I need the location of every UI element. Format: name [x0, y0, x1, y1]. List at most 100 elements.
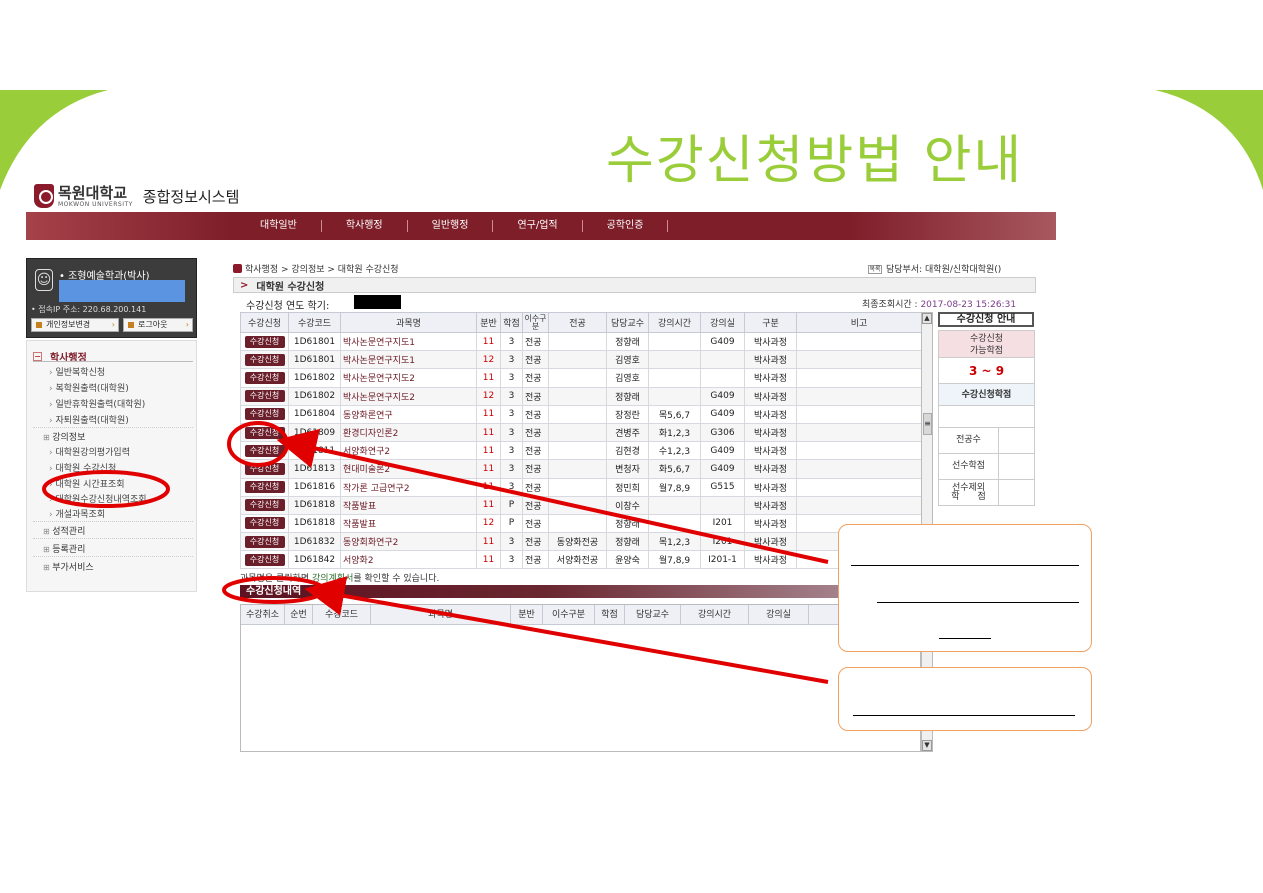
course-name[interactable]: 환경디자인론2 — [340, 422, 477, 443]
col-room: 강의실 — [700, 312, 745, 333]
user-ip: • 접속IP 주소: 220.68.200.141 — [31, 305, 147, 314]
menu-group-extra-services[interactable]: 부가서비스 — [43, 560, 93, 573]
slide-title: 수강신청방법 안내 — [606, 131, 1024, 191]
note — [796, 404, 922, 424]
allowed-credit-value: 3 ~ 9 — [938, 358, 1035, 384]
register-button[interactable]: 수강신청 — [244, 481, 285, 494]
course-row: 수강신청 1D61809 환경디자인론2 11 3 전공 견병주 화1,2,3 G306 박사과정 — [240, 422, 922, 443]
col-professor: 담당교수 — [606, 312, 649, 333]
menu-group-grades[interactable]: 성적관리 — [43, 524, 85, 537]
menu-item-timetable[interactable]: 대학원 시간표조회 — [49, 477, 124, 490]
applied-credit-value — [938, 406, 1035, 428]
course-name[interactable]: 작품발표 — [340, 495, 477, 515]
major: 서양화전공 — [548, 550, 607, 570]
menu-item-open-courses[interactable]: 개설과목조회 — [49, 507, 105, 520]
register-cell: 수강신청 — [240, 404, 289, 424]
menu-item-readmission[interactable]: 일반복학신청 — [49, 365, 105, 378]
menu-item-withdraw-print[interactable]: 자퇴원출력(대학원) — [49, 413, 128, 426]
menu-group-enrollment[interactable]: 등록관리 — [43, 542, 85, 555]
course-name[interactable]: 동양회화연구2 — [340, 532, 477, 552]
nav-engineering[interactable]: 공학인증 — [583, 220, 669, 232]
program-type: 박사과정 — [744, 386, 797, 406]
syllabus-link[interactable]: 강의계획서 — [312, 574, 353, 584]
professor: 김영호 — [606, 350, 649, 370]
program-type: 박사과정 — [744, 441, 797, 461]
room: G409 — [700, 331, 745, 352]
section: 12 — [476, 513, 501, 534]
edit-profile-button[interactable]: 개인정보변경 › — [31, 318, 119, 332]
menu-item-leave-print[interactable]: 일반휴학원출력(대학원) — [49, 397, 145, 410]
notice-text: 과목명을 클릭하면 강의계획서를 확인할 수 있습니다. — [240, 574, 440, 584]
section: 12 — [476, 386, 501, 406]
menu-item-lecture-eval[interactable]: 대학원강의평가입력 — [49, 445, 130, 458]
lecture-time — [648, 386, 701, 406]
scroll-thumb[interactable]: ≡ — [923, 413, 932, 435]
menu-item-readmission-print[interactable]: 복학원출력(대학원) — [49, 381, 128, 394]
category: 전공 — [522, 477, 549, 497]
register-button[interactable]: 수강신청 — [244, 408, 285, 421]
prereq-exclude-row: 선수제외 학 점 — [938, 480, 1035, 506]
scroll-down-icon[interactable]: ▼ — [922, 740, 932, 751]
logout-button[interactable]: 로그아웃 › — [123, 318, 193, 332]
year-semester-label: 수강신청 연도 학기: — [246, 301, 330, 312]
course-name[interactable]: 동양화론연구 — [340, 404, 477, 424]
course-name[interactable]: 박사논문연구지도2 — [340, 368, 477, 388]
menu-item-registration-history[interactable]: 대학원수강신청내역조회 — [49, 492, 146, 505]
course-name[interactable]: 박사논문연구지도1 — [340, 350, 477, 370]
arrow-right-icon: › — [185, 320, 189, 329]
register-button[interactable]: 수강신청 — [244, 462, 285, 475]
register-cell: 수강신청 — [240, 495, 289, 515]
course-table: 수강신청 수강코드 과목명 분반 학점 이수구분 전공 담당교수 강의시간 강의… — [240, 312, 922, 570]
register-cell: 수강신청 — [240, 459, 289, 479]
section: 11 — [476, 532, 501, 552]
register-cell: 수강신청 — [240, 441, 289, 461]
course-code: 1D61809 — [288, 422, 341, 443]
register-button[interactable]: 수강신청 — [244, 371, 285, 384]
register-button[interactable]: 수강신청 — [244, 535, 285, 548]
menu-group-lecture[interactable]: 강의정보 — [43, 430, 85, 443]
user-id-icon: ☺ — [35, 269, 53, 291]
register-button[interactable]: 수강신청 — [244, 353, 285, 366]
register-cell: 수강신청 — [240, 331, 289, 352]
section: 11 — [476, 422, 501, 443]
year-semester-value-redacted — [354, 295, 401, 309]
professor: 김영호 — [606, 368, 649, 388]
course-name[interactable]: 박사논문연구지도1 — [340, 331, 477, 352]
course-name[interactable]: 작품발표 — [340, 513, 477, 534]
nav-academic[interactable]: 학사행정 — [322, 220, 408, 232]
professor: 정향래 — [606, 386, 649, 406]
course-row: 수강신청 1D61813 현대미술론2 11 3 전공 변청자 화5,6,7 G409 박사과정 — [240, 459, 922, 479]
room: I201 — [700, 532, 745, 552]
credit: 3 — [500, 404, 523, 424]
register-button[interactable]: 수강신청 — [244, 390, 285, 403]
course-name[interactable]: 현대미술론2 — [340, 459, 477, 479]
course-name[interactable]: 서양화2 — [340, 550, 477, 570]
credit: 3 — [500, 331, 523, 352]
nav-research[interactable]: 연구/업적 — [493, 220, 583, 232]
category: 전공 — [522, 550, 549, 570]
register-button[interactable]: 수강신청 — [244, 444, 285, 457]
logo-english: MOKWON UNIVERSITY — [58, 200, 133, 208]
register-button[interactable]: 수강신청 — [244, 426, 285, 439]
hist-col-code: 수강코드 — [313, 605, 371, 624]
register-button[interactable]: 수강신청 — [244, 517, 285, 530]
scroll-up-icon[interactable]: ▲ — [922, 313, 932, 324]
register-button[interactable]: 수강신청 — [244, 335, 285, 348]
register-button[interactable]: 수강신청 — [244, 499, 285, 512]
major — [548, 386, 607, 406]
registration-guide-button[interactable]: 수강신청 안내 — [938, 312, 1034, 327]
section: 11 — [476, 404, 501, 424]
nav-general[interactable]: 대학일반 — [236, 220, 322, 232]
course-row: 수강신청 1D61842 서양화2 11 3 전공 서양화전공 윤양숙 월7,8,9 I201-1… — [240, 550, 922, 570]
nav-admin[interactable]: 일반행정 — [408, 220, 494, 232]
register-button[interactable]: 수강신청 — [244, 553, 285, 566]
professor: 견병주 — [606, 422, 649, 443]
university-logo[interactable]: 목원대학교 MOKWON UNIVERSITY 종합정보시스템 — [34, 184, 239, 208]
professor: 장정란 — [606, 404, 649, 424]
menu-item-course-registration[interactable]: 대학원 수강신청 — [49, 461, 116, 474]
course-name[interactable]: 서양화연구2 — [340, 441, 477, 461]
course-name[interactable]: 박사논문연구지도2 — [340, 386, 477, 406]
course-table-header: 수강신청 수강코드 과목명 분반 학점 이수구분 전공 담당교수 강의시간 강의… — [240, 312, 922, 333]
course-name[interactable]: 작가론 고급연구2 — [340, 477, 477, 497]
allowed-credit-label: 수강신청 가능학점 — [938, 330, 1035, 358]
